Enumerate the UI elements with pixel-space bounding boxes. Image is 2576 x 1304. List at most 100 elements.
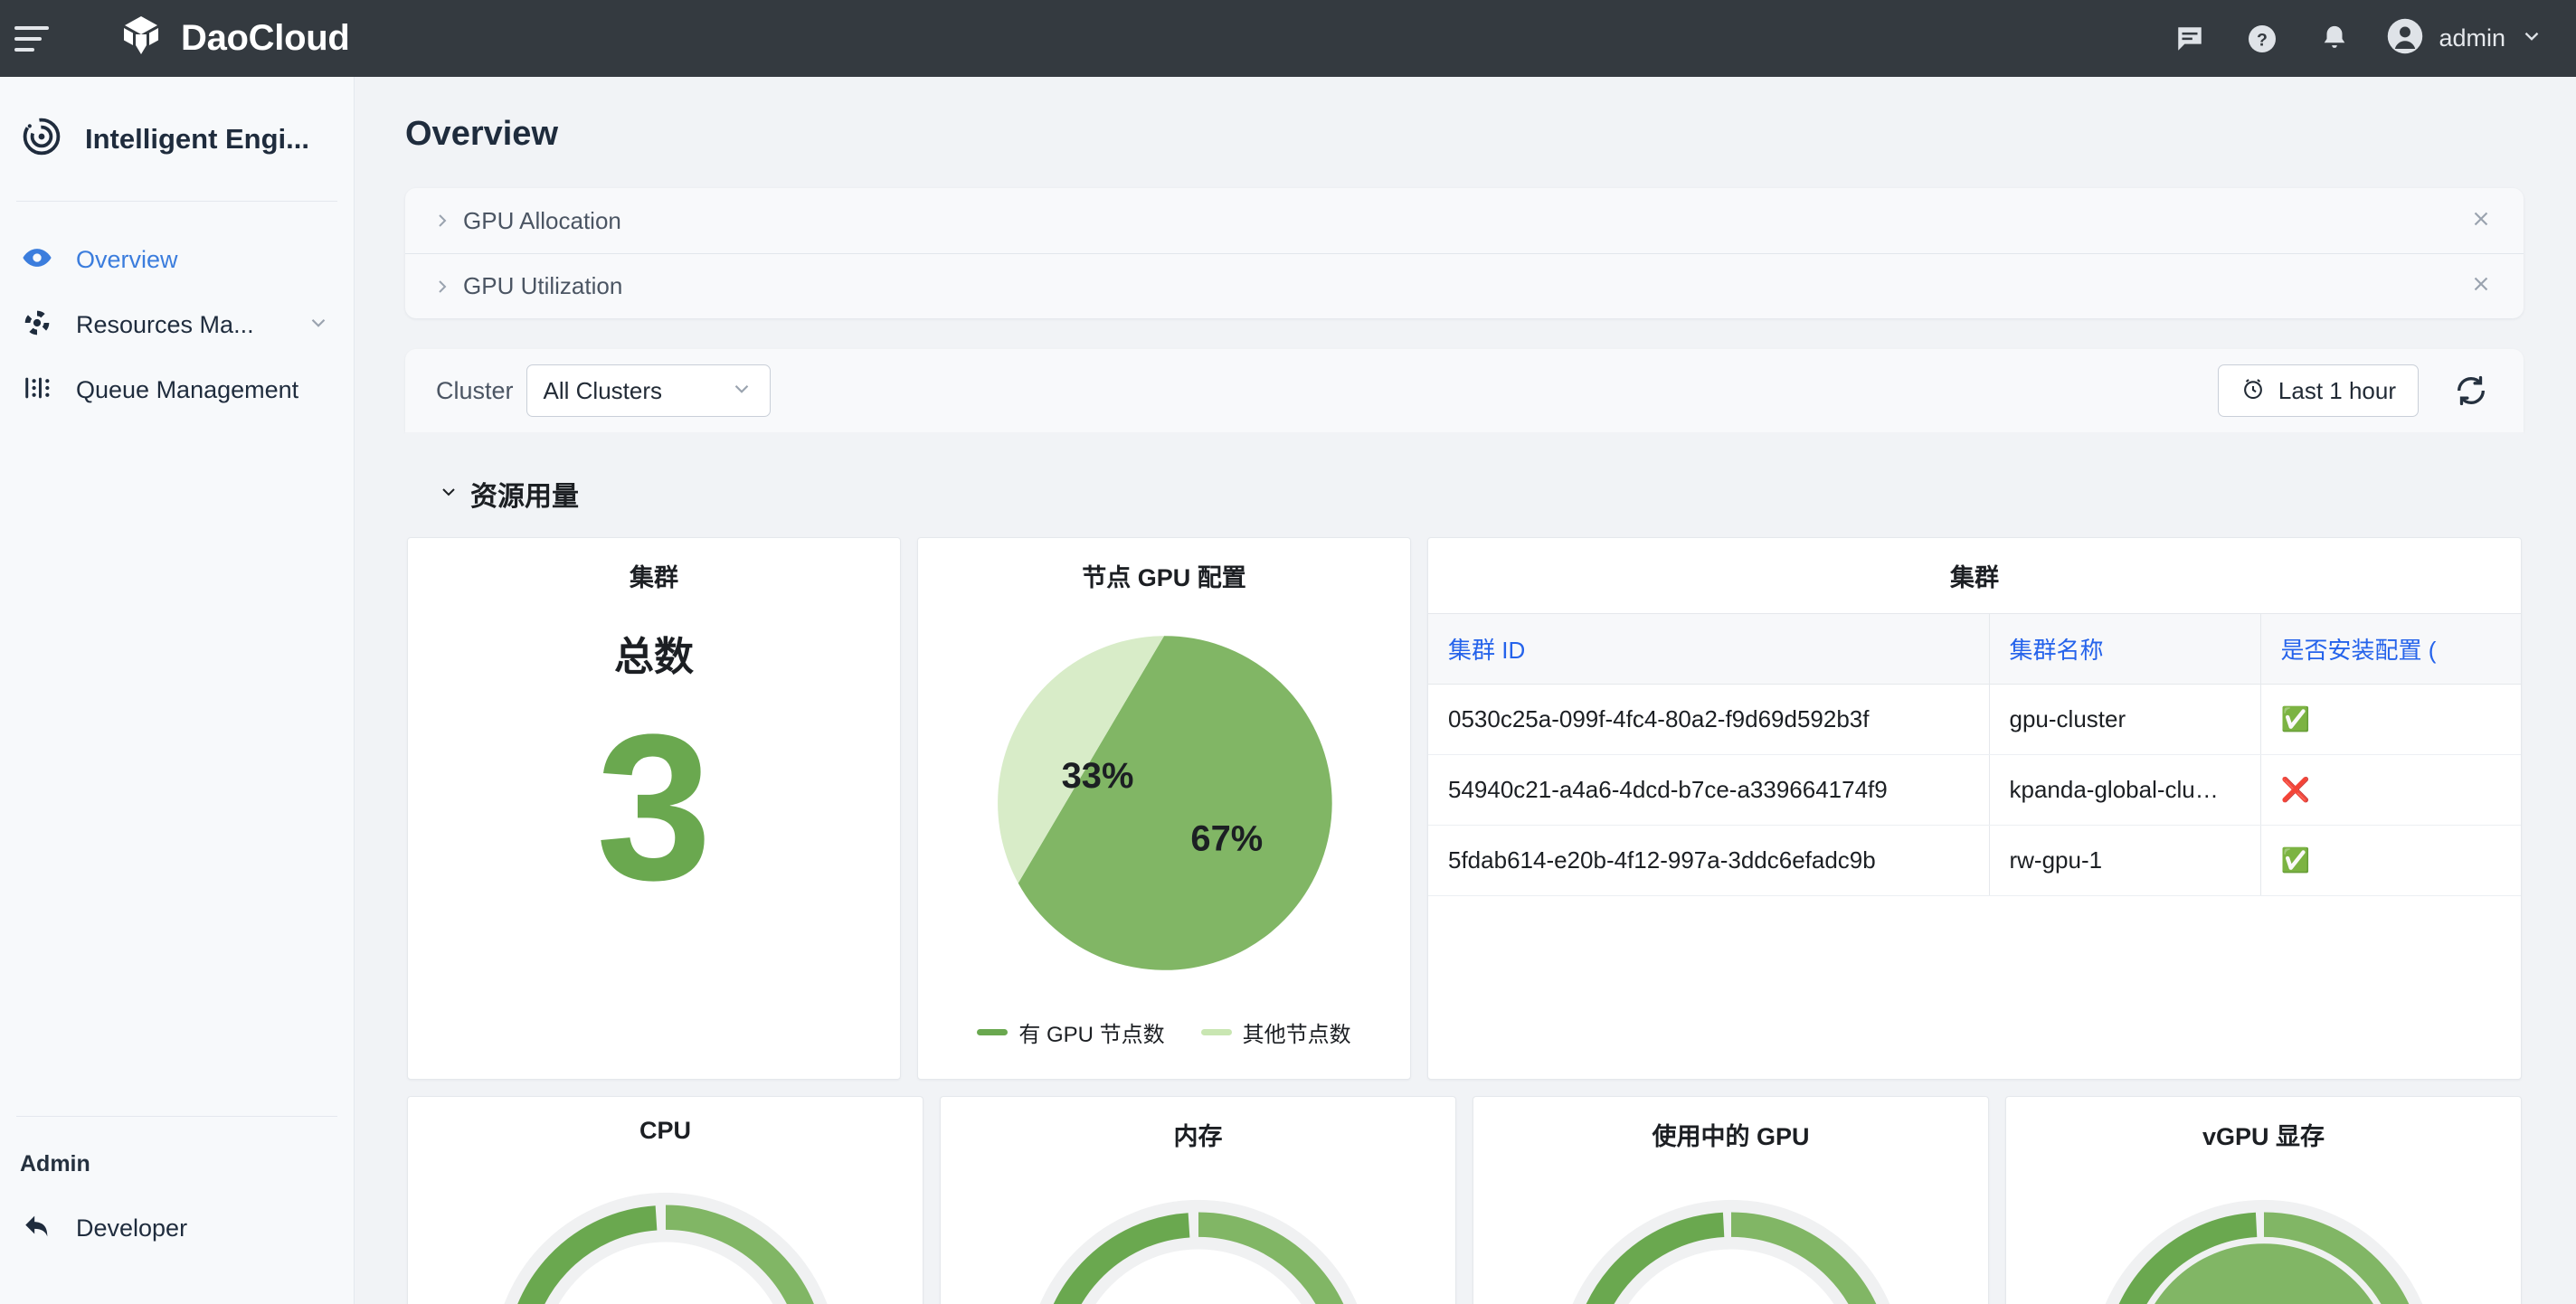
dashboard-row-2: CPU 内存 [405,1096,2524,1304]
sidebar-item-label: Queue Management [76,376,298,404]
gauge-gpu-in-use [1473,1183,1988,1304]
card-gauge-cpu: CPU [407,1096,923,1304]
sidebar-section-admin: Admin [0,1117,354,1177]
sidebar-item-label: Resources Ma... [76,311,254,339]
close-icon[interactable] [2469,272,2493,300]
legend-swatch [977,1029,1008,1035]
username-label: admin [2439,24,2505,52]
svg-text:?: ? [2257,30,2268,50]
cell-config-installed: ✅ [2260,685,2522,755]
gauge-cpu [408,1176,923,1304]
card-cluster-total: 集群 总数 3 [407,537,901,1080]
cell-cluster-name: kpanda-global-clu… [1989,755,2260,826]
panel-label: GPU Utilization [463,272,622,300]
user-menu[interactable]: admin [2386,17,2543,60]
chevron-down-icon[interactable] [2520,24,2543,52]
chevron-right-icon[interactable] [427,210,458,232]
dashboard: 资源用量 集群 总数 3 节点 GPU 配置 67% [405,432,2524,1304]
gauge-memory [941,1183,1455,1304]
chevron-down-icon[interactable] [730,377,753,405]
sidebar-item-queue-management[interactable]: Queue Management [0,357,354,422]
sidebar-item-developer[interactable]: Developer [0,1195,354,1261]
cell-cluster-id: 0530c25a-099f-4fc4-80a2-f9d69d592b3f [1428,685,1989,755]
intelligent-engine-icon [20,115,63,163]
card-title: 内存 [941,1097,1455,1152]
legend-label: 有 GPU 节点数 [1018,1016,1164,1048]
time-range-value: Last 1 hour [2278,377,2396,405]
eye-icon [22,242,52,278]
pie-label-33: 33% [1062,756,1134,796]
avatar [2386,17,2424,60]
cluster-select[interactable]: All Clusters [526,364,771,417]
card-gauge-vgpu-memory: vGPU 显存 [2005,1096,2522,1304]
sidebar-product-title: Intelligent Engi... [85,123,309,156]
topbar-actions: ? admin [2169,17,2543,60]
sidebar-nav: Overview Resources Ma... [0,202,354,422]
time-range-picker[interactable]: Last 1 hour [2218,364,2419,417]
help-icon[interactable]: ? [2241,18,2283,60]
switch-back-icon [22,1211,52,1246]
resources-icon [22,307,52,343]
chevron-down-icon[interactable] [438,481,459,507]
bell-icon[interactable] [2314,18,2355,60]
refresh-icon[interactable] [2449,369,2493,412]
chevron-right-icon[interactable] [427,276,458,298]
card-gauge-memory: 内存 [940,1096,1456,1304]
section-title: 资源用量 [470,474,579,514]
menu-toggle-icon[interactable] [14,18,56,60]
sidebar-item-label: Overview [76,246,178,274]
legend-item[interactable]: 其他节点数 [1201,1016,1351,1048]
gauge-vgpu-memory [2006,1183,2521,1304]
sidebar-bottom: Admin Developer [0,1116,354,1304]
panel-label: GPU Allocation [463,207,621,235]
clock-icon [2240,376,2266,406]
card-title: vGPU 显存 [2006,1097,2521,1152]
daocloud-logo-icon [118,13,165,64]
table-row[interactable]: 0530c25a-099f-4fc4-80a2-f9d69d592b3f gpu… [1428,685,2522,755]
cell-cluster-id: 54940c21-a4a6-4dcd-b7ce-a339664174f9 [1428,755,1989,826]
cluster-select-value: All Clusters [544,377,662,405]
brand[interactable]: DaoCloud [118,13,349,64]
legend-swatch [1201,1029,1232,1035]
table-header-cluster-name[interactable]: 集群名称 [1989,614,2260,685]
table-header-row: 集群 ID 集群名称 是否安装配置 ( [1428,614,2522,685]
card-title: 集群 [1428,538,2521,593]
chevron-down-icon[interactable] [307,311,330,339]
sidebar-item-overview[interactable]: Overview [0,227,354,292]
section-resource-usage[interactable]: 资源用量 [405,432,2524,537]
card-title: CPU [408,1097,923,1145]
cell-cluster-id: 5fdab614-e20b-4f12-997a-3ddc6efadc9b [1428,826,1989,896]
sidebar: Intelligent Engi... Overview [0,77,355,1304]
table-header-cluster-id[interactable]: 集群 ID [1428,614,1989,685]
filter-bar-right: Last 1 hour [2218,364,2493,417]
close-icon[interactable] [2469,207,2493,235]
sidebar-product-header[interactable]: Intelligent Engi... [0,77,354,201]
dashboard-row-1: 集群 总数 3 节点 GPU 配置 67% 33% [405,537,2524,1080]
table-row[interactable]: 54940c21-a4a6-4dcd-b7ce-a339664174f9 kpa… [1428,755,2522,826]
collapsible-panels: GPU Allocation GPU Utilization [405,188,2524,318]
top-bar: DaoCloud ? [0,0,2576,77]
queue-icon [22,373,52,408]
panel-gpu-allocation[interactable]: GPU Allocation [405,188,2524,253]
panel-gpu-utilization[interactable]: GPU Utilization [405,253,2524,318]
card-gauge-gpu-in-use: 使用中的 GPU [1473,1096,1989,1304]
filter-bar: Cluster All Clusters Last 1 hour [405,349,2524,432]
table-row[interactable]: 5fdab614-e20b-4f12-997a-3ddc6efadc9b rw-… [1428,826,2522,896]
chat-icon[interactable] [2169,18,2211,60]
cell-cluster-name: gpu-cluster [1989,685,2260,755]
card-node-gpu-config: 节点 GPU 配置 67% 33% 有 GPU 节点数 [917,537,1411,1080]
pie-chart: 67% 33% [918,613,1410,993]
legend-item[interactable]: 有 GPU 节点数 [977,1016,1164,1048]
pie-label-67: 67% [1190,819,1263,859]
cell-config-installed: ✅ [2260,826,2522,896]
cluster-table: 集群 ID 集群名称 是否安装配置 ( 0530c25a-099f-4fc4-8… [1428,613,2522,896]
cluster-total-label: 总数 [408,624,900,682]
sidebar-item-resources-management[interactable]: Resources Ma... [0,292,354,357]
card-title: 使用中的 GPU [1473,1097,1988,1152]
cluster-filter-label: Cluster [436,377,514,405]
cluster-total-value: 3 [408,698,900,917]
card-title: 节点 GPU 配置 [918,538,1410,593]
pie-legend: 有 GPU 节点数 其他节点数 [918,1016,1410,1048]
table-header-config-installed[interactable]: 是否安装配置 ( [2260,614,2522,685]
main-content: Overview GPU Allocation GPU Utiliza [355,77,2576,1304]
